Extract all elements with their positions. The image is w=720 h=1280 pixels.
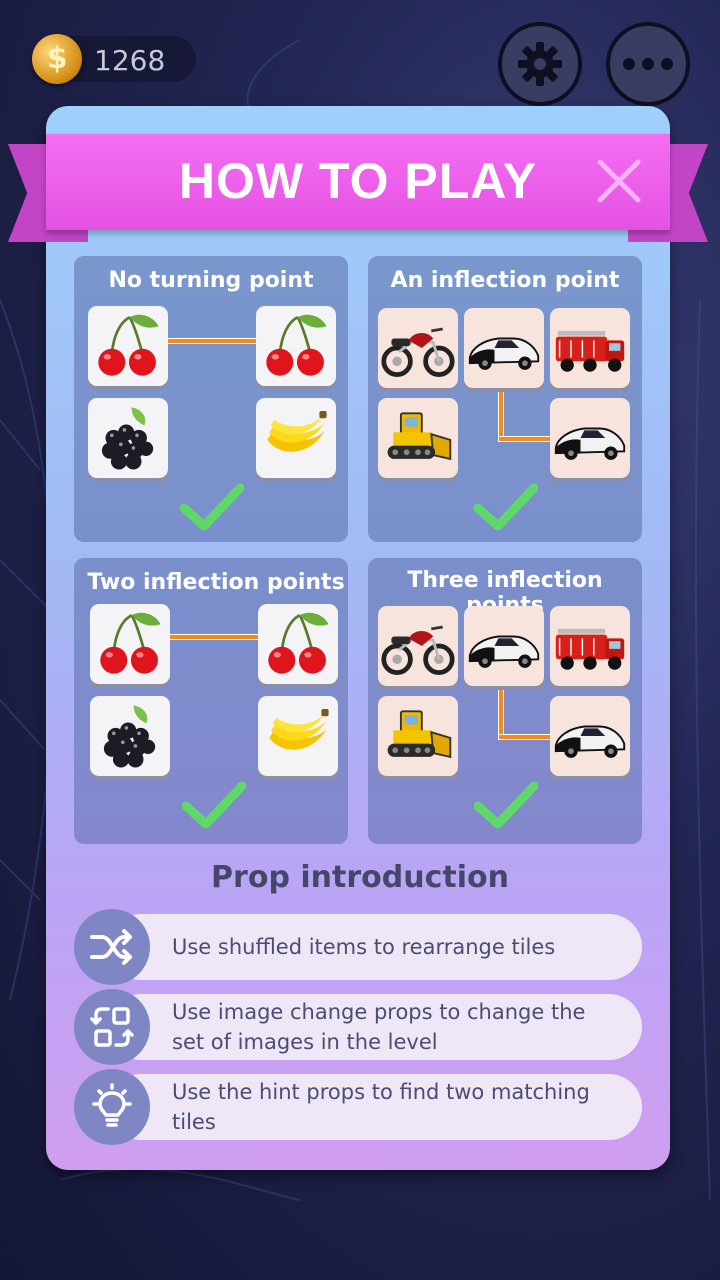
- prop-description: Use image change props to change the set…: [172, 1000, 586, 1054]
- sports-car-icon: [552, 698, 628, 774]
- prop-description: Use shuffled items to rearrange tiles: [172, 935, 556, 959]
- check-icon: [474, 482, 538, 532]
- tile-cherry[interactable]: [258, 604, 338, 684]
- cherry-icon: [92, 310, 164, 382]
- motorcycle-icon: [380, 310, 456, 386]
- blackberry-icon: [92, 402, 164, 474]
- cherry-icon: [260, 310, 332, 382]
- sports-car-icon: [552, 400, 628, 476]
- bulldozer-icon: [380, 698, 456, 774]
- fire-truck-icon: [552, 608, 628, 684]
- close-icon: [597, 159, 641, 203]
- tile-cherry[interactable]: [256, 306, 336, 386]
- prop-icon-circle: [74, 909, 150, 985]
- banana-icon: [262, 700, 334, 772]
- example-card-title: An inflection point: [390, 268, 620, 293]
- prop-description: Use the hint props to find two matching …: [172, 1080, 590, 1134]
- prop-icon-circle: [74, 989, 150, 1065]
- example-card-title: Two inflection points: [87, 570, 345, 595]
- example-card-three-inflections: Three inflection points: [368, 558, 642, 844]
- bulldozer-icon: [380, 400, 456, 476]
- banana-icon: [260, 402, 332, 474]
- connection-line: [498, 436, 554, 442]
- tile-sports-car[interactable]: [550, 696, 630, 776]
- fire-truck-icon: [552, 310, 628, 386]
- prop-icon-circle: [74, 1069, 150, 1145]
- example-card-no-turning: No turning point: [74, 256, 348, 542]
- tile-blackberry[interactable]: [90, 696, 170, 776]
- tile-sports-car[interactable]: [550, 398, 630, 478]
- tile-blackberry[interactable]: [88, 398, 168, 478]
- tile-cherry[interactable]: [88, 306, 168, 386]
- example-card-one-inflection: An inflection point: [368, 256, 642, 542]
- tile-bulldozer[interactable]: [378, 398, 458, 478]
- connection-line: [166, 338, 258, 344]
- cherry-icon: [94, 608, 166, 680]
- shuffle-icon: [90, 929, 132, 965]
- coin-counter: $ 1268: [32, 34, 196, 84]
- connection-line: [498, 734, 554, 740]
- sports-car-icon: [466, 310, 542, 386]
- connection-line: [498, 386, 504, 442]
- sports-car-icon: [466, 608, 542, 684]
- tile-motorcycle[interactable]: [378, 308, 458, 388]
- tile-bulldozer[interactable]: [378, 696, 458, 776]
- tile-cherry[interactable]: [90, 604, 170, 684]
- tile-fire-truck[interactable]: [550, 308, 630, 388]
- example-card-title: No turning point: [108, 268, 314, 293]
- prop-shuffle: Use shuffled items to rearrange tiles: [74, 909, 642, 985]
- more-button[interactable]: [606, 22, 690, 106]
- close-button[interactable]: [594, 156, 644, 206]
- tile-motorcycle[interactable]: [378, 606, 458, 686]
- tile-banana[interactable]: [256, 398, 336, 478]
- tile-sports-car[interactable]: [464, 606, 544, 686]
- prop-hint: Use the hint props to find two matching …: [74, 1069, 642, 1145]
- prop-image-change: Use image change props to change the set…: [74, 989, 642, 1065]
- blackberry-icon: [94, 700, 166, 772]
- dialog-title: HOW TO PLAY: [178, 153, 538, 209]
- connection-line: [168, 634, 260, 640]
- motorcycle-icon: [380, 608, 456, 684]
- tile-fire-truck[interactable]: [550, 606, 630, 686]
- check-icon: [474, 780, 538, 830]
- more-dots-icon: [623, 58, 673, 70]
- check-icon: [180, 482, 244, 532]
- title-ribbon: HOW TO PLAY: [46, 134, 670, 230]
- coin-count: 1268: [94, 44, 166, 77]
- cherry-icon: [262, 608, 334, 680]
- tile-banana[interactable]: [258, 696, 338, 776]
- props-title: Prop introduction: [211, 860, 509, 895]
- image-change-icon: [90, 1007, 134, 1047]
- coin-icon: $: [32, 34, 82, 84]
- hint-bulb-icon: [92, 1083, 132, 1127]
- settings-button[interactable]: [498, 22, 582, 106]
- example-card-two-inflections: Two inflection points: [74, 558, 348, 844]
- tile-sports-car[interactable]: [464, 308, 544, 388]
- connection-line: [498, 684, 504, 740]
- check-icon: [182, 780, 246, 830]
- gear-icon: [518, 42, 562, 86]
